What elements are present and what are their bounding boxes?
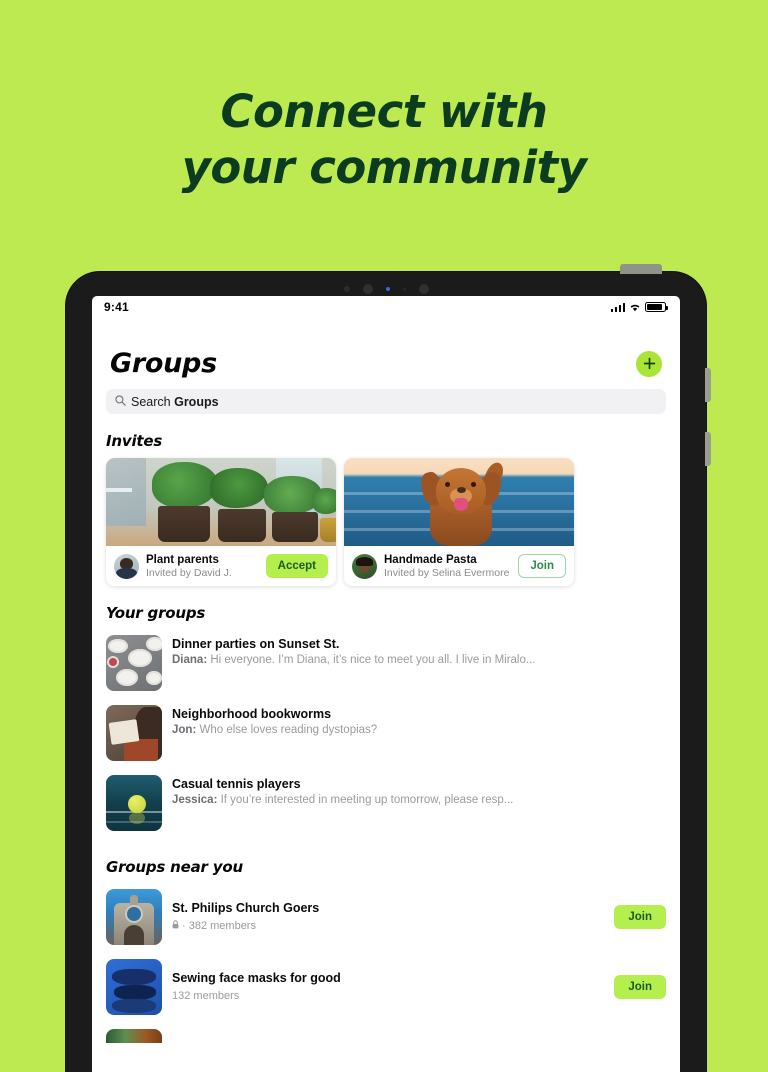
message-sender: Jessica: xyxy=(172,794,218,806)
list-item[interactable]: Casual tennis players Jessica: If you’re… xyxy=(106,770,666,840)
group-meta: 132 members xyxy=(172,989,604,1004)
headline-line-1: Connect with xyxy=(220,85,548,138)
group-name: Sewing face masks for good xyxy=(172,971,341,986)
invites-carousel[interactable]: Plant parents Invited by David J. Accept xyxy=(92,458,680,586)
sensor-dot xyxy=(343,286,350,292)
group-preview-message: Jessica: If you’re interested in meeting… xyxy=(172,793,666,808)
handmade-pasta-cover-image xyxy=(344,458,574,546)
plant-parents-cover-image xyxy=(106,458,336,546)
invite-subtitle: Invited by Selina Evermore xyxy=(384,566,510,579)
message-text: Hi everyone. I’m Diana, it’s nice to mee… xyxy=(207,654,536,666)
page-title: Groups xyxy=(110,348,217,379)
page-header: Groups xyxy=(92,318,680,387)
message-text: Who else loves reading dystopias? xyxy=(196,724,378,736)
battery-icon xyxy=(645,302,668,312)
group-thumbnail xyxy=(106,1029,162,1043)
group-thumbnail xyxy=(106,635,162,691)
device-screen: 9:41 Groups Search Groups Invites Plant … xyxy=(92,296,680,1072)
avatar xyxy=(352,553,377,579)
lock-icon xyxy=(172,919,179,934)
group-thumbnail xyxy=(106,705,162,761)
invite-group-name: Plant parents xyxy=(146,553,219,566)
group-name: Dinner parties on Sunset St. xyxy=(172,637,340,651)
invite-group-name: Handmade Pasta xyxy=(384,553,477,566)
front-camera-icon xyxy=(362,284,373,294)
cellular-signal-icon xyxy=(610,302,625,312)
list-item[interactable]: Sewing face masks for good 132 members J… xyxy=(106,954,666,1024)
message-text: If you’re interested in meeting up tomor… xyxy=(217,794,514,806)
invites-section-title: Invites xyxy=(106,432,163,450)
invite-card-footer: Handmade Pasta Invited by Selina Evermor… xyxy=(344,546,574,586)
volume-up-button[interactable] xyxy=(705,368,711,402)
search-bar[interactable]: Search Groups xyxy=(106,389,666,414)
wifi-icon xyxy=(629,302,641,312)
plus-icon xyxy=(643,357,656,370)
group-preview-message: Diana: Hi everyone. I’m Diana, it’s nice… xyxy=(172,653,666,668)
group-preview-message: Jon: Who else loves reading dystopias? xyxy=(172,723,666,738)
message-sender: Diana: xyxy=(172,654,208,666)
hero-headline: Connect with your community xyxy=(0,84,768,196)
power-button[interactable] xyxy=(620,264,662,274)
list-item[interactable]: St. Philips Church Goers · 382 members J… xyxy=(106,884,666,954)
invite-card[interactable]: Plant parents Invited by David J. Accept xyxy=(106,458,336,586)
headline-line-2: your community xyxy=(181,141,587,194)
search-prefix: Search xyxy=(131,394,171,409)
accept-invite-button[interactable]: Accept xyxy=(265,554,328,578)
search-scope: Groups xyxy=(174,394,219,409)
sensor-dot xyxy=(418,284,429,294)
search-input[interactable]: Search Groups xyxy=(131,395,219,409)
message-sender: Jon: xyxy=(172,724,197,736)
tablet-device-frame: 9:41 Groups Search Groups Invites Plant … xyxy=(66,264,711,1072)
search-icon xyxy=(115,393,126,411)
list-item[interactable]: Neighborhood bookworms Jon: Who else lov… xyxy=(106,700,666,770)
your-groups-list: Dinner parties on Sunset St. Diana: Hi e… xyxy=(92,630,680,840)
group-thumbnail xyxy=(106,889,162,945)
group-name: Neighborhood bookworms xyxy=(172,707,332,721)
near-you-section-title: Groups near you xyxy=(106,858,243,876)
member-count: 132 members xyxy=(172,989,240,1002)
status-time: 9:41 xyxy=(104,300,129,314)
groups-near-you-list: St. Philips Church Goers · 382 members J… xyxy=(92,884,680,1043)
status-icons xyxy=(610,302,668,312)
create-group-button[interactable] xyxy=(636,350,662,377)
headline-text: Connect with your community xyxy=(0,84,768,196)
invite-card[interactable]: Handmade Pasta Invited by Selina Evermor… xyxy=(344,458,574,586)
indicator-light xyxy=(385,287,390,291)
avatar xyxy=(114,553,139,579)
list-item[interactable]: Dinner parties on Sunset St. Diana: Hi e… xyxy=(106,630,666,700)
camera-sensor-array xyxy=(66,283,706,295)
member-count: · 382 members xyxy=(182,919,256,932)
status-bar: 9:41 xyxy=(92,296,680,318)
group-name: Casual tennis players xyxy=(172,777,301,791)
your-groups-section-title: Your groups xyxy=(106,604,206,622)
list-item[interactable] xyxy=(106,1024,666,1043)
invite-subtitle: Invited by David J. xyxy=(146,566,232,579)
volume-down-button[interactable] xyxy=(705,432,711,466)
join-group-button[interactable]: Join xyxy=(614,905,666,929)
sensor-dot xyxy=(402,287,406,291)
group-thumbnail xyxy=(106,959,162,1015)
group-name: St. Philips Church Goers xyxy=(172,901,320,916)
join-group-button[interactable]: Join xyxy=(518,554,566,578)
invite-card-footer: Plant parents Invited by David J. Accept xyxy=(106,546,336,586)
join-group-button[interactable]: Join xyxy=(614,975,666,999)
group-meta: · 382 members xyxy=(172,919,604,934)
group-thumbnail xyxy=(106,775,162,831)
